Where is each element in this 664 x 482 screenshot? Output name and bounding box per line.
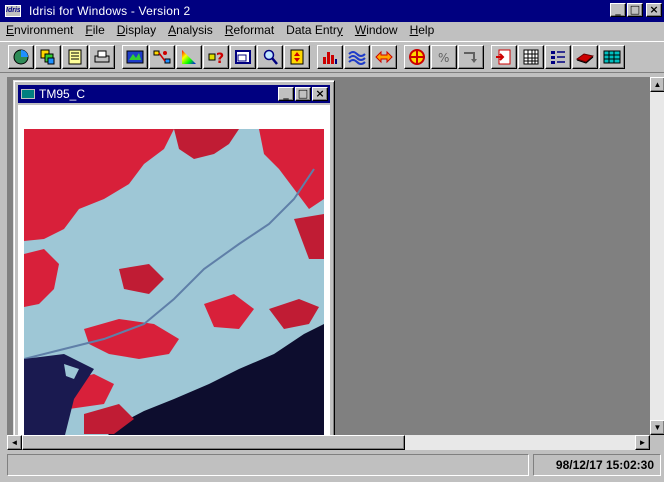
minimize-button[interactable]: _ — [610, 3, 626, 17]
horizontal-scroll-thumb[interactable] — [22, 435, 405, 450]
palette-icon[interactable] — [176, 45, 202, 69]
menu-analysis[interactable]: Analysis — [162, 22, 219, 40]
vertical-scrollbar[interactable]: ▲ ▼ — [650, 77, 664, 435]
menu-data-entry[interactable]: Data Entry — [280, 22, 349, 40]
scroll-down-button[interactable]: ▼ — [650, 420, 664, 435]
display-icon[interactable] — [8, 45, 34, 69]
close-button[interactable]: × — [646, 3, 662, 17]
arrow-icon[interactable] — [458, 45, 484, 69]
status-datetime: 98/12/17 15:02:30 — [533, 454, 661, 476]
table-icon[interactable] — [518, 45, 544, 69]
query-icon[interactable]: ? — [203, 45, 229, 69]
svg-text:%: % — [438, 51, 449, 65]
composite-icon[interactable] — [122, 45, 148, 69]
image-window-title-bar[interactable]: TM95_C _ □ × — [18, 85, 330, 103]
image-window[interactable]: TM95_C _ □ × — [13, 80, 335, 435]
percent-icon[interactable]: % — [431, 45, 457, 69]
scroll-icon[interactable] — [284, 45, 310, 69]
menu-help[interactable]: Help — [404, 22, 441, 40]
image-maximize-button[interactable]: □ — [295, 87, 311, 101]
image-client-area — [18, 105, 330, 435]
horizontal-scrollbar[interactable]: ◄ ► — [7, 435, 650, 450]
scrollbar-corner — [650, 435, 664, 450]
app-title-bar[interactable]: Idrisi Idrisi for Windows - Version 2 _ … — [0, 0, 664, 22]
scroll-up-button[interactable]: ▲ — [650, 77, 664, 92]
histogram-icon[interactable] — [317, 45, 343, 69]
menu-window[interactable]: Window — [349, 22, 404, 40]
menu-file[interactable]: File — [79, 22, 110, 40]
scroll-right-button[interactable]: ► — [635, 435, 650, 450]
mdi-workspace[interactable]: TM95_C _ □ × — [7, 77, 657, 435]
status-bar: 98/12/17 15:02:30 — [0, 451, 664, 482]
zoom-icon[interactable] — [257, 45, 283, 69]
layer-icon[interactable] — [572, 45, 598, 69]
window-icon[interactable] — [230, 45, 256, 69]
layers-icon[interactable] — [35, 45, 61, 69]
grid-icon[interactable] — [599, 45, 625, 69]
print-icon[interactable] — [89, 45, 115, 69]
image-minimize-button[interactable]: _ — [278, 87, 294, 101]
image-close-button[interactable]: × — [312, 87, 328, 101]
app-title: Idrisi for Windows - Version 2 — [29, 4, 191, 18]
swap-icon[interactable] — [371, 45, 397, 69]
menu-reformat[interactable]: Reformat — [219, 22, 280, 40]
list-icon[interactable] — [62, 45, 88, 69]
contour-icon[interactable] — [344, 45, 370, 69]
satellite-image[interactable] — [24, 129, 324, 435]
maximize-button[interactable]: □ — [627, 3, 643, 17]
target-icon[interactable] — [404, 45, 430, 69]
toolbar: ? % — [0, 41, 664, 73]
menu-bar: Environment File Display Analysis Reformat Da… — [0, 22, 664, 40]
menu-environment[interactable]: Environment — [6, 22, 79, 40]
status-message-pane — [7, 454, 529, 476]
legend-icon[interactable] — [545, 45, 571, 69]
menu-display[interactable]: Display — [111, 22, 162, 40]
import-icon[interactable] — [491, 45, 517, 69]
image-window-title: TM95_C — [39, 87, 86, 101]
network-icon[interactable] — [149, 45, 175, 69]
image-window-icon[interactable] — [21, 89, 35, 99]
scroll-left-button[interactable]: ◄ — [7, 435, 22, 450]
idrisi-app-icon[interactable]: Idrisi — [5, 5, 21, 17]
svg-text:?: ? — [216, 51, 224, 66]
